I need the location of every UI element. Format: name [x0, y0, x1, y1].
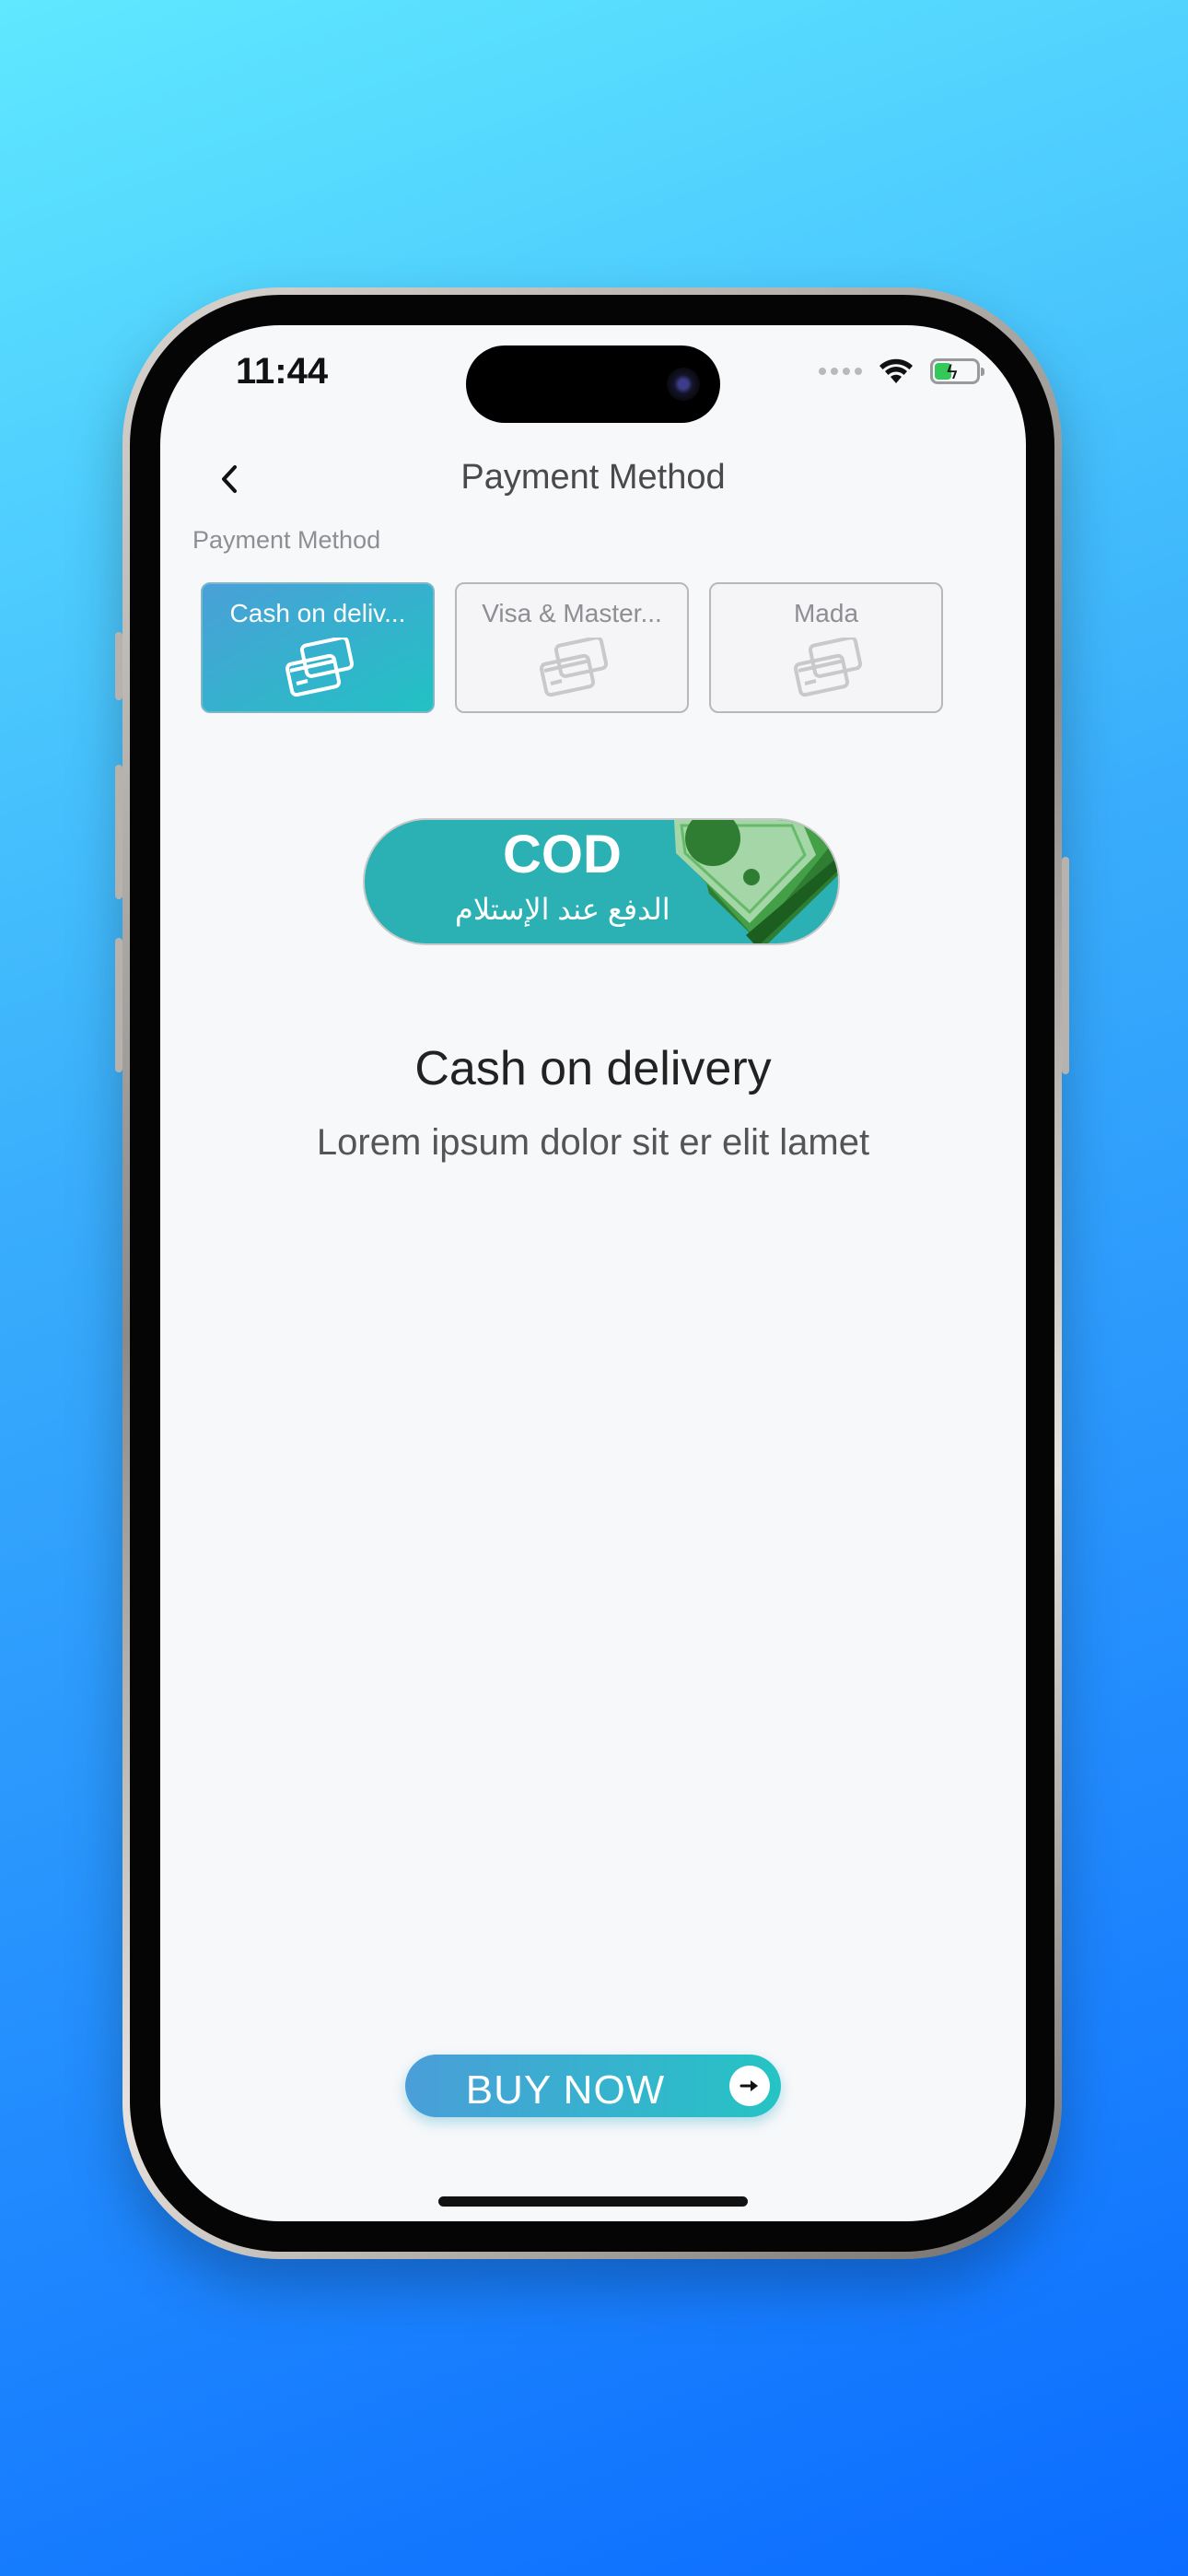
selected-method-title: Cash on delivery	[414, 1042, 772, 1095]
page-title: Payment Method	[460, 458, 726, 497]
home-indicator[interactable]	[438, 2196, 748, 2207]
cellular-signal-icon	[819, 368, 862, 375]
navigation-bar: Payment Method	[160, 427, 1026, 528]
arrow-right-icon	[729, 2066, 770, 2106]
payment-method-cash-on-delivery[interactable]: Cash on deliv...	[201, 582, 435, 713]
buy-now-label: BUY NOW	[465, 2067, 666, 2113]
volume-down-button	[115, 938, 122, 1072]
payment-method-label: Visa & Master...	[482, 599, 662, 627]
section-label: Payment Method	[192, 526, 381, 554]
banknotes-icon	[674, 820, 838, 943]
status-time: 11:44	[236, 351, 329, 392]
power-button	[1062, 857, 1069, 1074]
credit-cards-icon	[285, 638, 355, 697]
credit-cards-icon	[539, 638, 609, 697]
buy-now-button[interactable]: BUY NOW	[405, 2055, 781, 2117]
credit-cards-icon	[793, 638, 863, 697]
cod-banner-subtitle: الدفع عند الإستلام	[455, 893, 670, 926]
app-screen: 11:44 ϟ Payment Method Payment Method Ca…	[160, 325, 1026, 2221]
dynamic-island	[466, 345, 720, 423]
cod-banner-title: COD	[503, 825, 622, 884]
selected-method-description: Lorem ipsum dolor sit er elit lamet	[316, 1122, 870, 1163]
payment-method-label: Mada	[793, 599, 859, 627]
payment-method-visa-mastercard[interactable]: Visa & Master...	[455, 582, 689, 713]
status-icons: ϟ	[819, 353, 984, 390]
wifi-icon	[879, 358, 913, 383]
payment-method-mada[interactable]: Mada	[709, 582, 943, 713]
volume-up-button	[115, 765, 122, 899]
payment-method-label: Cash on deliv...	[229, 599, 406, 627]
payment-method-list: Cash on deliv... Visa & Master... Mada	[201, 582, 943, 713]
action-button	[115, 632, 122, 700]
camera-icon	[667, 368, 700, 401]
battery-icon: ϟ	[930, 358, 984, 384]
cod-banner-image: COD الدفع عند الإستلام	[363, 818, 840, 945]
